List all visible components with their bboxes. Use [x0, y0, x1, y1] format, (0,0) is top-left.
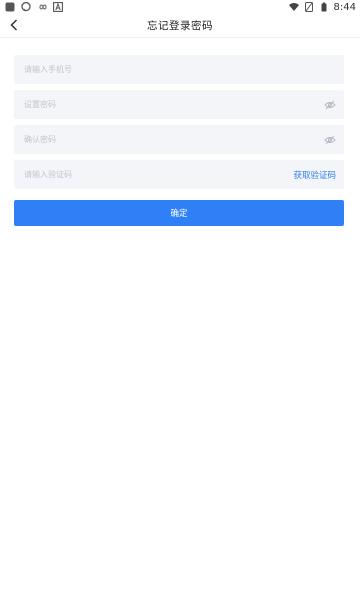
eye-off-icon[interactable] [324, 135, 336, 145]
phone-input[interactable] [24, 65, 336, 74]
confirm-button[interactable]: 确定 [14, 200, 344, 226]
status-left-icons [5, 2, 63, 12]
app-icon [5, 2, 15, 12]
page-title: 忘记登录密码 [147, 20, 213, 32]
password-input[interactable] [24, 100, 324, 109]
chat-bubble-icon [21, 2, 31, 12]
phone-field [14, 55, 344, 84]
password-field [14, 90, 344, 119]
status-time: 8:44 [333, 1, 356, 13]
status-right-icons: 8:44 [288, 1, 356, 13]
wifi-icon [288, 2, 299, 12]
header-bar: 忘记登录密码 [0, 14, 360, 38]
confirm-password-input[interactable] [24, 135, 324, 144]
verification-code-field: 获取验证码 [14, 160, 344, 189]
infinity-icon [37, 2, 47, 12]
chevron-left-icon [10, 16, 18, 35]
a-box-icon [53, 2, 63, 12]
eye-off-icon[interactable] [324, 100, 336, 110]
back-button[interactable] [7, 17, 21, 33]
status-bar: 8:44 [0, 0, 360, 14]
confirm-password-field [14, 125, 344, 154]
get-code-button[interactable]: 获取验证码 [293, 169, 336, 181]
reset-password-form: 获取验证码 确定 [14, 55, 344, 226]
no-sim-icon [304, 2, 314, 12]
battery-icon [319, 2, 329, 12]
verification-code-input[interactable] [24, 170, 294, 179]
